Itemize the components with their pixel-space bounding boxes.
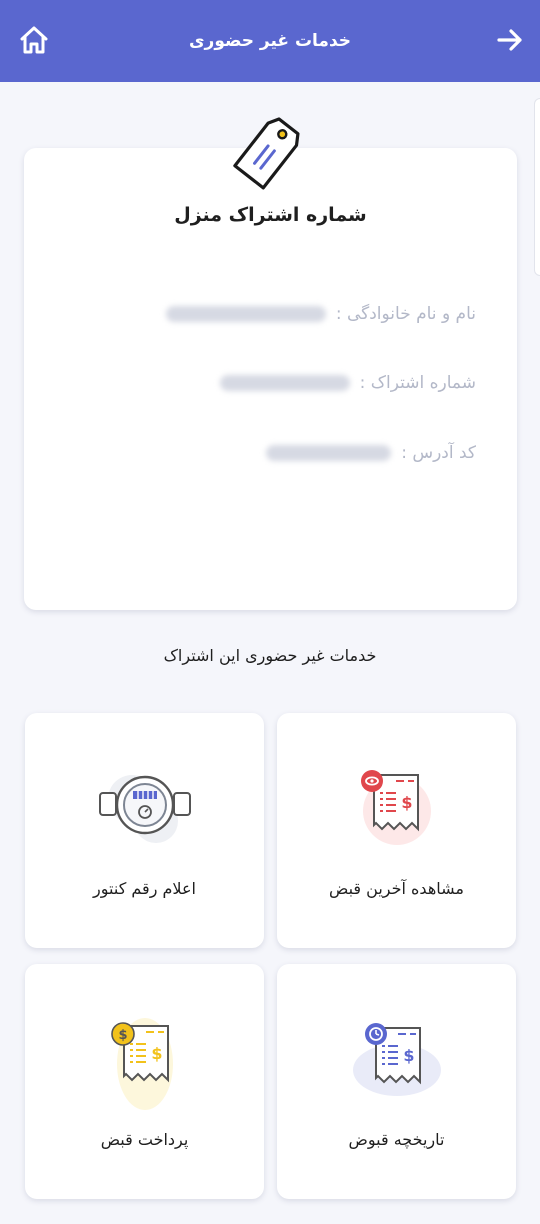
view-bill-icon: $	[360, 770, 431, 845]
meter-reading-card[interactable]: اعلام رقم کنتور	[25, 713, 264, 948]
address-code-label: کد آدرس :	[401, 443, 476, 463]
svg-text:$: $	[401, 793, 412, 812]
subscription-number-redacted	[219, 375, 350, 391]
subscription-title: شماره اشتراک منزل	[174, 204, 367, 226]
bill-history-label: تاریخچه قبوض	[348, 1130, 445, 1149]
view-last-bill-label: مشاهده آخرین قبض	[329, 879, 464, 898]
app-header: خدمات غیر حضوری	[0, 0, 540, 82]
home-button[interactable]	[14, 20, 54, 60]
tag-icon	[233, 117, 300, 190]
subscription-number-label: شماره اشتراک :	[359, 373, 476, 393]
arrow-right-icon	[497, 29, 522, 51]
name-value-redacted	[165, 306, 326, 322]
page-title: خدمات غیر حضوری	[188, 31, 352, 51]
pay-bill-icon: $ $	[110, 1018, 173, 1110]
bill-history-card[interactable]: $ تاریخچه قبوض	[277, 964, 516, 1199]
name-label: نام و نام خانوادگی :	[335, 304, 476, 324]
pay-bill-card[interactable]: $ $ پرداخت قبض	[25, 964, 264, 1199]
services-section-title: خدمات غیر حضوری این اشتراک	[163, 646, 377, 665]
name-row: نام و نام خانوادگی :	[165, 304, 476, 324]
svg-text:$: $	[118, 1028, 127, 1043]
meter-reading-label: اعلام رقم کنتور	[93, 879, 196, 898]
water-meter-icon	[98, 775, 191, 843]
address-code-row: کد آدرس :	[266, 443, 476, 463]
view-last-bill-card[interactable]: $ مشاهده آخرین قبض	[277, 713, 516, 948]
subscription-number-row: شماره اشتراک :	[219, 373, 476, 393]
back-button[interactable]	[490, 20, 530, 60]
svg-text:$: $	[151, 1044, 162, 1063]
home-icon	[20, 26, 48, 54]
pay-bill-label: پرداخت قبض	[100, 1130, 189, 1149]
bill-history-icon: $	[352, 1023, 441, 1096]
address-code-redacted	[266, 445, 392, 461]
svg-text:$: $	[403, 1046, 414, 1065]
scroll-handle[interactable]	[534, 98, 540, 276]
